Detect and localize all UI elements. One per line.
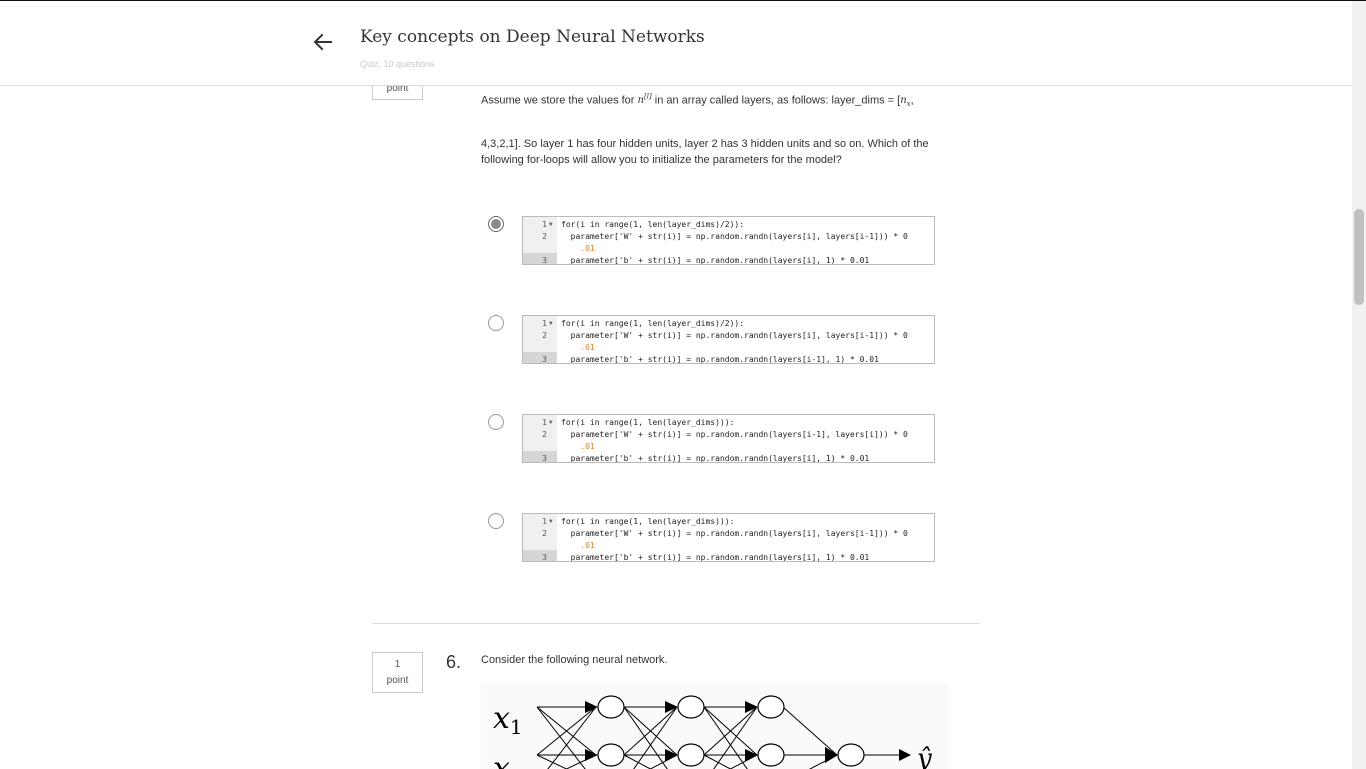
code-line: parameter['b' + str(i)] = np.random.rand… — [561, 256, 870, 265]
answer-radio-1[interactable] — [488, 216, 504, 232]
code-line: parameter['b' + str(i)] = np.random.rand… — [561, 454, 870, 463]
question-divider — [372, 623, 980, 624]
question-text: Consider the following neural network. — [481, 654, 668, 666]
code-editor-option-4[interactable]: 1 ▼ 2 3 for(i in range(1, len(layer_dims))):… — [522, 513, 935, 562]
math-nx: nx — [900, 95, 911, 109]
page-title: Key concepts on Deep Neural Networks — [360, 27, 705, 47]
line-number: 1 — [542, 517, 547, 526]
code-line: for(i in range(1, len(layer_dims))): — [561, 418, 735, 427]
line-number: 2 — [542, 430, 547, 439]
fold-arrow-icon[interactable]: ▼ — [549, 417, 553, 429]
scrollbar-thumb[interactable] — [1354, 209, 1364, 305]
question-text: Assume we store the values for n[l] in a… — [481, 93, 914, 109]
code-editor-option-2[interactable]: 1 ▼ 2 3 for(i in range(1, len(layer_dims)/2)… — [522, 315, 935, 364]
fold-arrow-icon[interactable]: ▼ — [549, 219, 553, 231]
line-number: 1 — [542, 319, 547, 328]
code-line-wrap: .01 — [561, 343, 595, 352]
points-label: point — [386, 675, 409, 686]
line-number: 1 — [542, 220, 547, 229]
points-box: 1 point — [372, 652, 423, 693]
question-text-continued: 4,3,2,1]. So layer 1 has four hidden uni… — [481, 138, 929, 166]
back-arrow-icon[interactable] — [311, 30, 335, 54]
code-line: parameter['W' + str(i)] = np.random.rand… — [561, 430, 908, 439]
quiz-header: Key concepts on Deep Neural Networks Qui… — [0, 1, 1352, 86]
line-number: 3 — [542, 256, 547, 265]
line-number: 2 — [542, 331, 547, 340]
code-line-wrap: .01 — [561, 244, 595, 253]
input-x2-label: x2 — [493, 751, 523, 769]
code-editor-option-1[interactable]: 1 ▼ 2 3 for(i in range(1, len(layer_dims)/2)… — [522, 216, 935, 265]
code-line: parameter['b' + str(i)] = np.random.rand… — [561, 355, 879, 364]
answer-radio-2[interactable] — [488, 315, 504, 331]
question-text-part: Assume we store the values for — [481, 94, 635, 107]
code-line: parameter['W' + str(i)] = np.random.rand… — [561, 331, 908, 340]
question-number: 6. — [446, 652, 462, 672]
math-n-l: n[l] — [637, 93, 652, 107]
page-scrollbar[interactable] — [1352, 1, 1366, 769]
output-y-hat-label: ŷ — [916, 744, 932, 769]
code-line-wrap: .01 — [561, 442, 595, 451]
neural-network-diagram: x1 x2 ŷ — [481, 683, 949, 769]
line-number: 3 — [542, 553, 547, 562]
code-line: parameter['W' + str(i)] = np.random.rand… — [561, 529, 908, 538]
points-value: 1 — [394, 659, 401, 670]
code-line: for(i in range(1, len(layer_dims)/2)): — [561, 319, 745, 328]
line-number: 2 — [542, 529, 547, 538]
line-number: 1 — [542, 418, 547, 427]
fold-arrow-icon[interactable]: ▼ — [549, 516, 553, 528]
input-x1-label: x1 — [493, 701, 523, 739]
line-number: 2 — [542, 232, 547, 241]
question-text-part: in an array called layers, as follows: l… — [654, 94, 901, 107]
line-number: 3 — [542, 355, 547, 364]
code-line: for(i in range(1, len(layer_dims)/2)): — [561, 220, 745, 229]
answer-radio-4[interactable] — [488, 513, 504, 529]
answer-radio-3[interactable] — [488, 414, 504, 430]
code-editor-option-3[interactable]: 1 ▼ 2 3 for(i in range(1, len(layer_dims))):… — [522, 414, 935, 463]
code-line-wrap: .01 — [561, 541, 595, 550]
line-number: 3 — [542, 454, 547, 463]
code-line: parameter['b' + str(i)] = np.random.rand… — [561, 553, 870, 562]
page-subtitle: Quiz, 10 questions — [360, 59, 435, 69]
code-line: for(i in range(1, len(layer_dims))): — [561, 517, 735, 526]
fold-arrow-icon[interactable]: ▼ — [549, 318, 553, 330]
code-line: parameter['W' + str(i)] = np.random.rand… — [561, 232, 908, 241]
